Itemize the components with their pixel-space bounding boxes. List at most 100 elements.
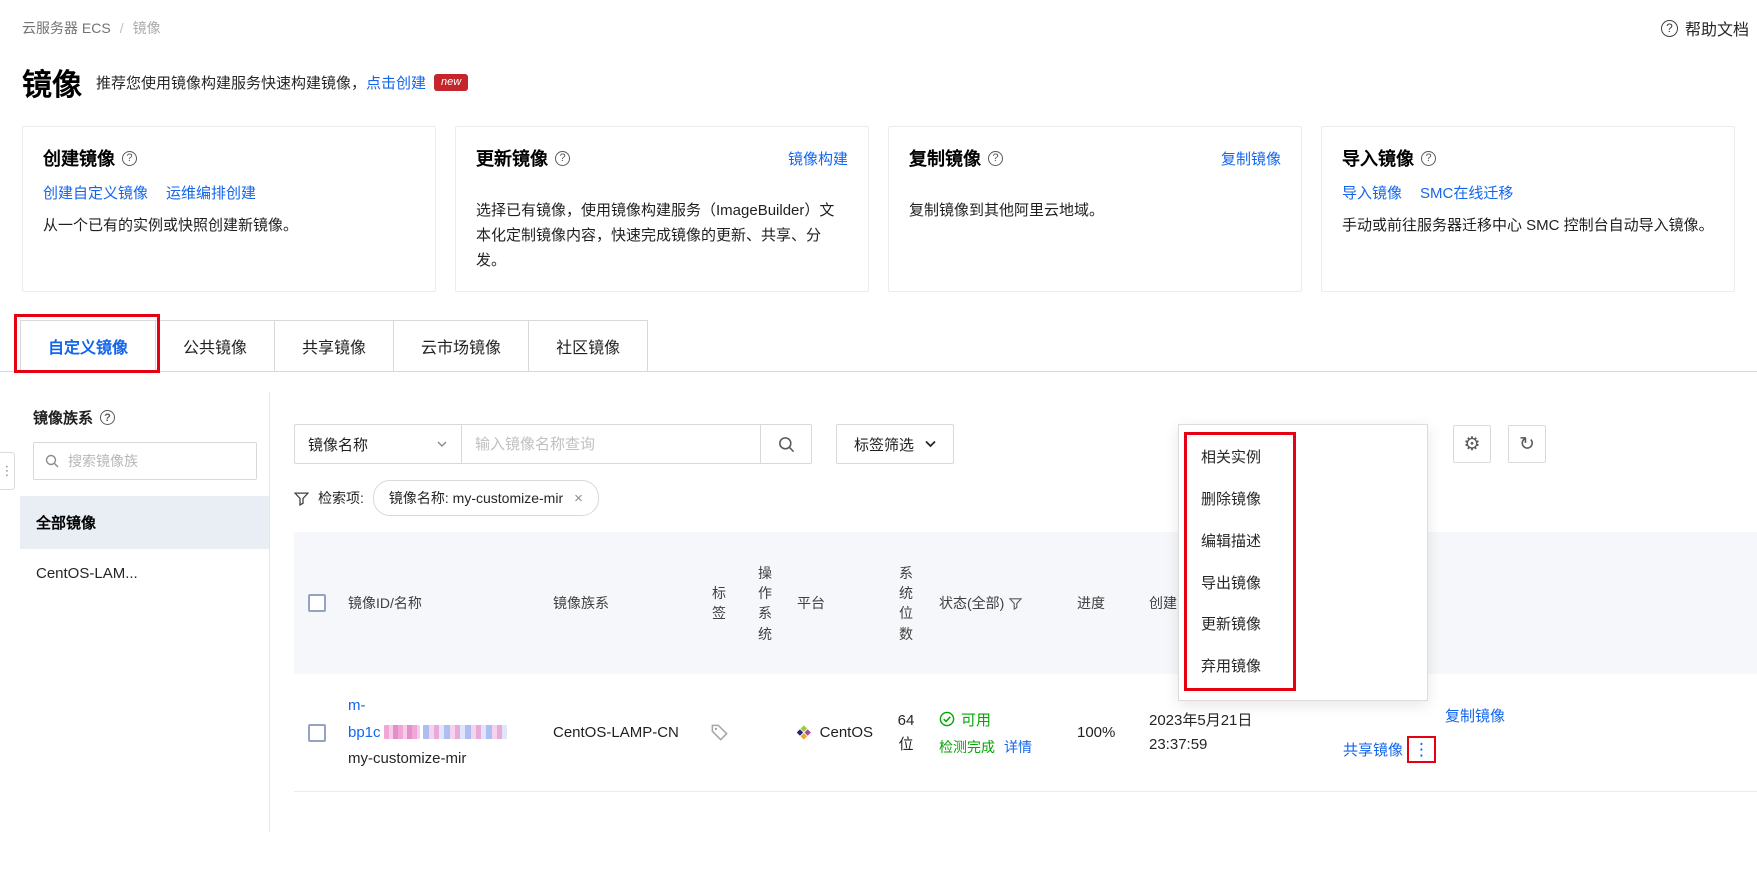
help-circle-icon: ?	[1660, 19, 1678, 37]
card-description: 从一个已有的实例或快照创建新镜像。	[43, 217, 299, 234]
more-actions-menu: 相关实例 删除镜像 编辑描述 导出镜像 更新镜像 弃用镜像	[1178, 424, 1428, 701]
card-create-image: 创建镜像 ? 创建自定义镜像 运维编排创建 从一个已有的实例或快照创建新镜像。	[22, 126, 436, 293]
tab-marketplace-images[interactable]: 云市场镜像	[393, 320, 530, 372]
breadcrumb-bar: 云服务器 ECS / 镜像 ? 帮助文档	[0, 0, 1757, 40]
help-doc-link[interactable]: ? 帮助文档	[1660, 16, 1749, 40]
refresh-button[interactable]: ↻	[1508, 425, 1546, 464]
content-area: 镜像族系 ? 全部镜像 CentOS-LAM... 镜像名称	[0, 392, 1757, 833]
family-item-all-images[interactable]: 全部镜像	[20, 496, 269, 550]
tag-filter-button[interactable]: 标签筛选	[836, 424, 955, 465]
image-name-search-input[interactable]	[461, 424, 761, 465]
image-type-tabs: 自定义镜像 公共镜像 共享镜像 云市场镜像 社区镜像	[0, 314, 1757, 374]
sidebar-collapse-handle[interactable]: ⋮	[0, 452, 15, 490]
image-name: my-customize-mir	[348, 749, 467, 767]
help-doc-label: 帮助文档	[1684, 22, 1749, 39]
card-description: 选择已有镜像，使用镜像构建服务（ImageBuilder）文本化定制镜像内容，快…	[476, 202, 835, 269]
bits-unit: 位	[898, 735, 914, 753]
oos-create-link[interactable]: 运维编排创建	[166, 182, 256, 203]
status-detail-link[interactable]: 详情	[1004, 737, 1032, 757]
tab-shared-images[interactable]: 共享镜像	[274, 320, 395, 372]
applied-filter-tag: 镜像名称: my-customize-mir ×	[372, 480, 599, 517]
created-time: 23:37:59	[1149, 735, 1208, 753]
platform-value: CentOS	[819, 724, 873, 742]
share-image-action-link[interactable]: 共享镜像	[1343, 739, 1403, 760]
card-title: 更新镜像	[476, 149, 548, 169]
select-all-checkbox[interactable]	[308, 594, 326, 613]
new-badge: new	[434, 73, 469, 91]
status-filter-funnel-icon[interactable]	[1009, 597, 1023, 610]
breadcrumb-root[interactable]: 云服务器 ECS	[22, 18, 111, 38]
search-icon	[45, 455, 59, 468]
card-title: 创建镜像	[43, 149, 115, 169]
menu-item-related-instances[interactable]: 相关实例	[1179, 437, 1427, 479]
images-table: 镜像ID/名称 镜像族系 标签 操作系统 平台 系统位数 状态(全部) 进度 创…	[294, 532, 1757, 793]
applied-filter-text: 镜像名称: my-customize-mir	[388, 490, 564, 507]
column-header-os: 操作系统	[758, 564, 772, 642]
menu-item-delete-image[interactable]: 删除镜像	[1179, 479, 1427, 521]
menu-item-edit-description[interactable]: 编辑描述	[1179, 521, 1427, 563]
help-circle-icon[interactable]: ?	[1421, 150, 1436, 166]
smc-migration-link[interactable]: SMC在线迁移	[1420, 182, 1513, 203]
redacted-text	[383, 724, 420, 739]
check-circle-icon	[939, 711, 955, 727]
create-custom-image-link[interactable]: 创建自定义镜像	[43, 182, 148, 203]
card-import-image: 导入镜像 ? 导入镜像 SMC在线迁移 手动或前往服务器迁移中心 SMC 控制台…	[1321, 126, 1735, 293]
menu-item-deprecate-image[interactable]: 弃用镜像	[1179, 646, 1427, 688]
image-list-main: 镜像名称 标签筛选 ⚙ ↻ 检索项:	[270, 392, 1757, 793]
applied-filters-row: 检索项: 镜像名称: my-customize-mir ×	[294, 480, 1757, 517]
image-id-link[interactable]: bp1c	[348, 724, 381, 741]
table-tool-buttons: ⚙ ↻	[1453, 425, 1546, 464]
close-icon[interactable]: ×	[574, 491, 583, 506]
page-header: 镜像 推荐您使用镜像构建服务快速构建镜像， 点击创建 new	[0, 40, 1757, 104]
search-field-select[interactable]: 镜像名称	[294, 424, 462, 465]
create-now-link[interactable]: 点击创建	[366, 72, 426, 93]
breadcrumb-separator: /	[119, 20, 124, 36]
image-family-value: CentOS-LAMP-CN	[553, 724, 679, 742]
card-title: 导入镜像	[1342, 149, 1414, 169]
column-header-platform: 平台	[797, 595, 825, 612]
card-description: 手动或前往服务器迁移中心 SMC 控制台自动导入镜像。	[1342, 217, 1714, 234]
filter-row: 镜像名称 标签筛选 ⚙ ↻	[294, 424, 1757, 465]
copy-image-action-link[interactable]: 复制镜像	[1445, 705, 1505, 726]
family-search-box	[33, 442, 257, 481]
help-circle-icon[interactable]: ?	[555, 150, 570, 166]
settings-button[interactable]: ⚙	[1453, 425, 1491, 464]
column-header-tags: 标签	[712, 584, 726, 622]
help-circle-icon[interactable]: ?	[988, 150, 1003, 166]
image-id-link[interactable]: m-	[348, 697, 366, 714]
redacted-text	[422, 724, 507, 739]
status-detail-text: 检测完成	[939, 738, 995, 755]
help-circle-icon[interactable]: ?	[100, 410, 116, 426]
progress-value: 100%	[1077, 724, 1116, 742]
tag-icon[interactable]	[710, 723, 729, 742]
chevron-down-icon	[925, 441, 936, 448]
family-search-input[interactable]	[68, 453, 246, 470]
more-vertical-icon: ⋮	[0, 463, 14, 478]
applied-filters-label: 检索项:	[318, 490, 364, 507]
row-checkbox[interactable]	[308, 723, 326, 742]
filter-funnel-icon	[294, 492, 309, 506]
help-circle-icon[interactable]: ?	[122, 150, 137, 166]
column-header-status: 状态(全部)	[939, 595, 1005, 612]
card-update-image: 更新镜像 ? 镜像构建 选择已有镜像，使用镜像构建服务（ImageBuilder…	[455, 126, 869, 293]
gear-icon: ⚙	[1463, 433, 1481, 455]
more-actions-icon[interactable]: ⋮	[1407, 736, 1436, 764]
search-icon	[778, 436, 794, 452]
search-button[interactable]	[760, 424, 812, 465]
search-field-value: 镜像名称	[308, 436, 369, 454]
image-builder-link[interactable]: 镜像构建	[788, 148, 848, 169]
menu-item-export-image[interactable]: 导出镜像	[1179, 563, 1427, 605]
column-header-bits: 系统位数	[899, 564, 913, 642]
ecs-images-page: 云服务器 ECS / 镜像 ? 帮助文档 镜像 推荐您使用镜像构建服务快速构建镜…	[0, 0, 1757, 873]
status-badge: 可用	[961, 711, 992, 729]
family-item-centos-lamp[interactable]: CentOS-LAM...	[20, 549, 269, 598]
tab-public-images[interactable]: 公共镜像	[155, 320, 276, 372]
chevron-down-icon	[437, 441, 447, 448]
tag-filter-label: 标签筛选	[854, 436, 915, 454]
column-header-progress: 进度	[1077, 595, 1105, 612]
tab-custom-images[interactable]: 自定义镜像	[13, 314, 161, 374]
tab-community-images[interactable]: 社区镜像	[528, 320, 649, 372]
import-image-link[interactable]: 导入镜像	[1342, 182, 1402, 203]
copy-image-link[interactable]: 复制镜像	[1221, 148, 1281, 169]
menu-item-update-image[interactable]: 更新镜像	[1179, 604, 1427, 646]
